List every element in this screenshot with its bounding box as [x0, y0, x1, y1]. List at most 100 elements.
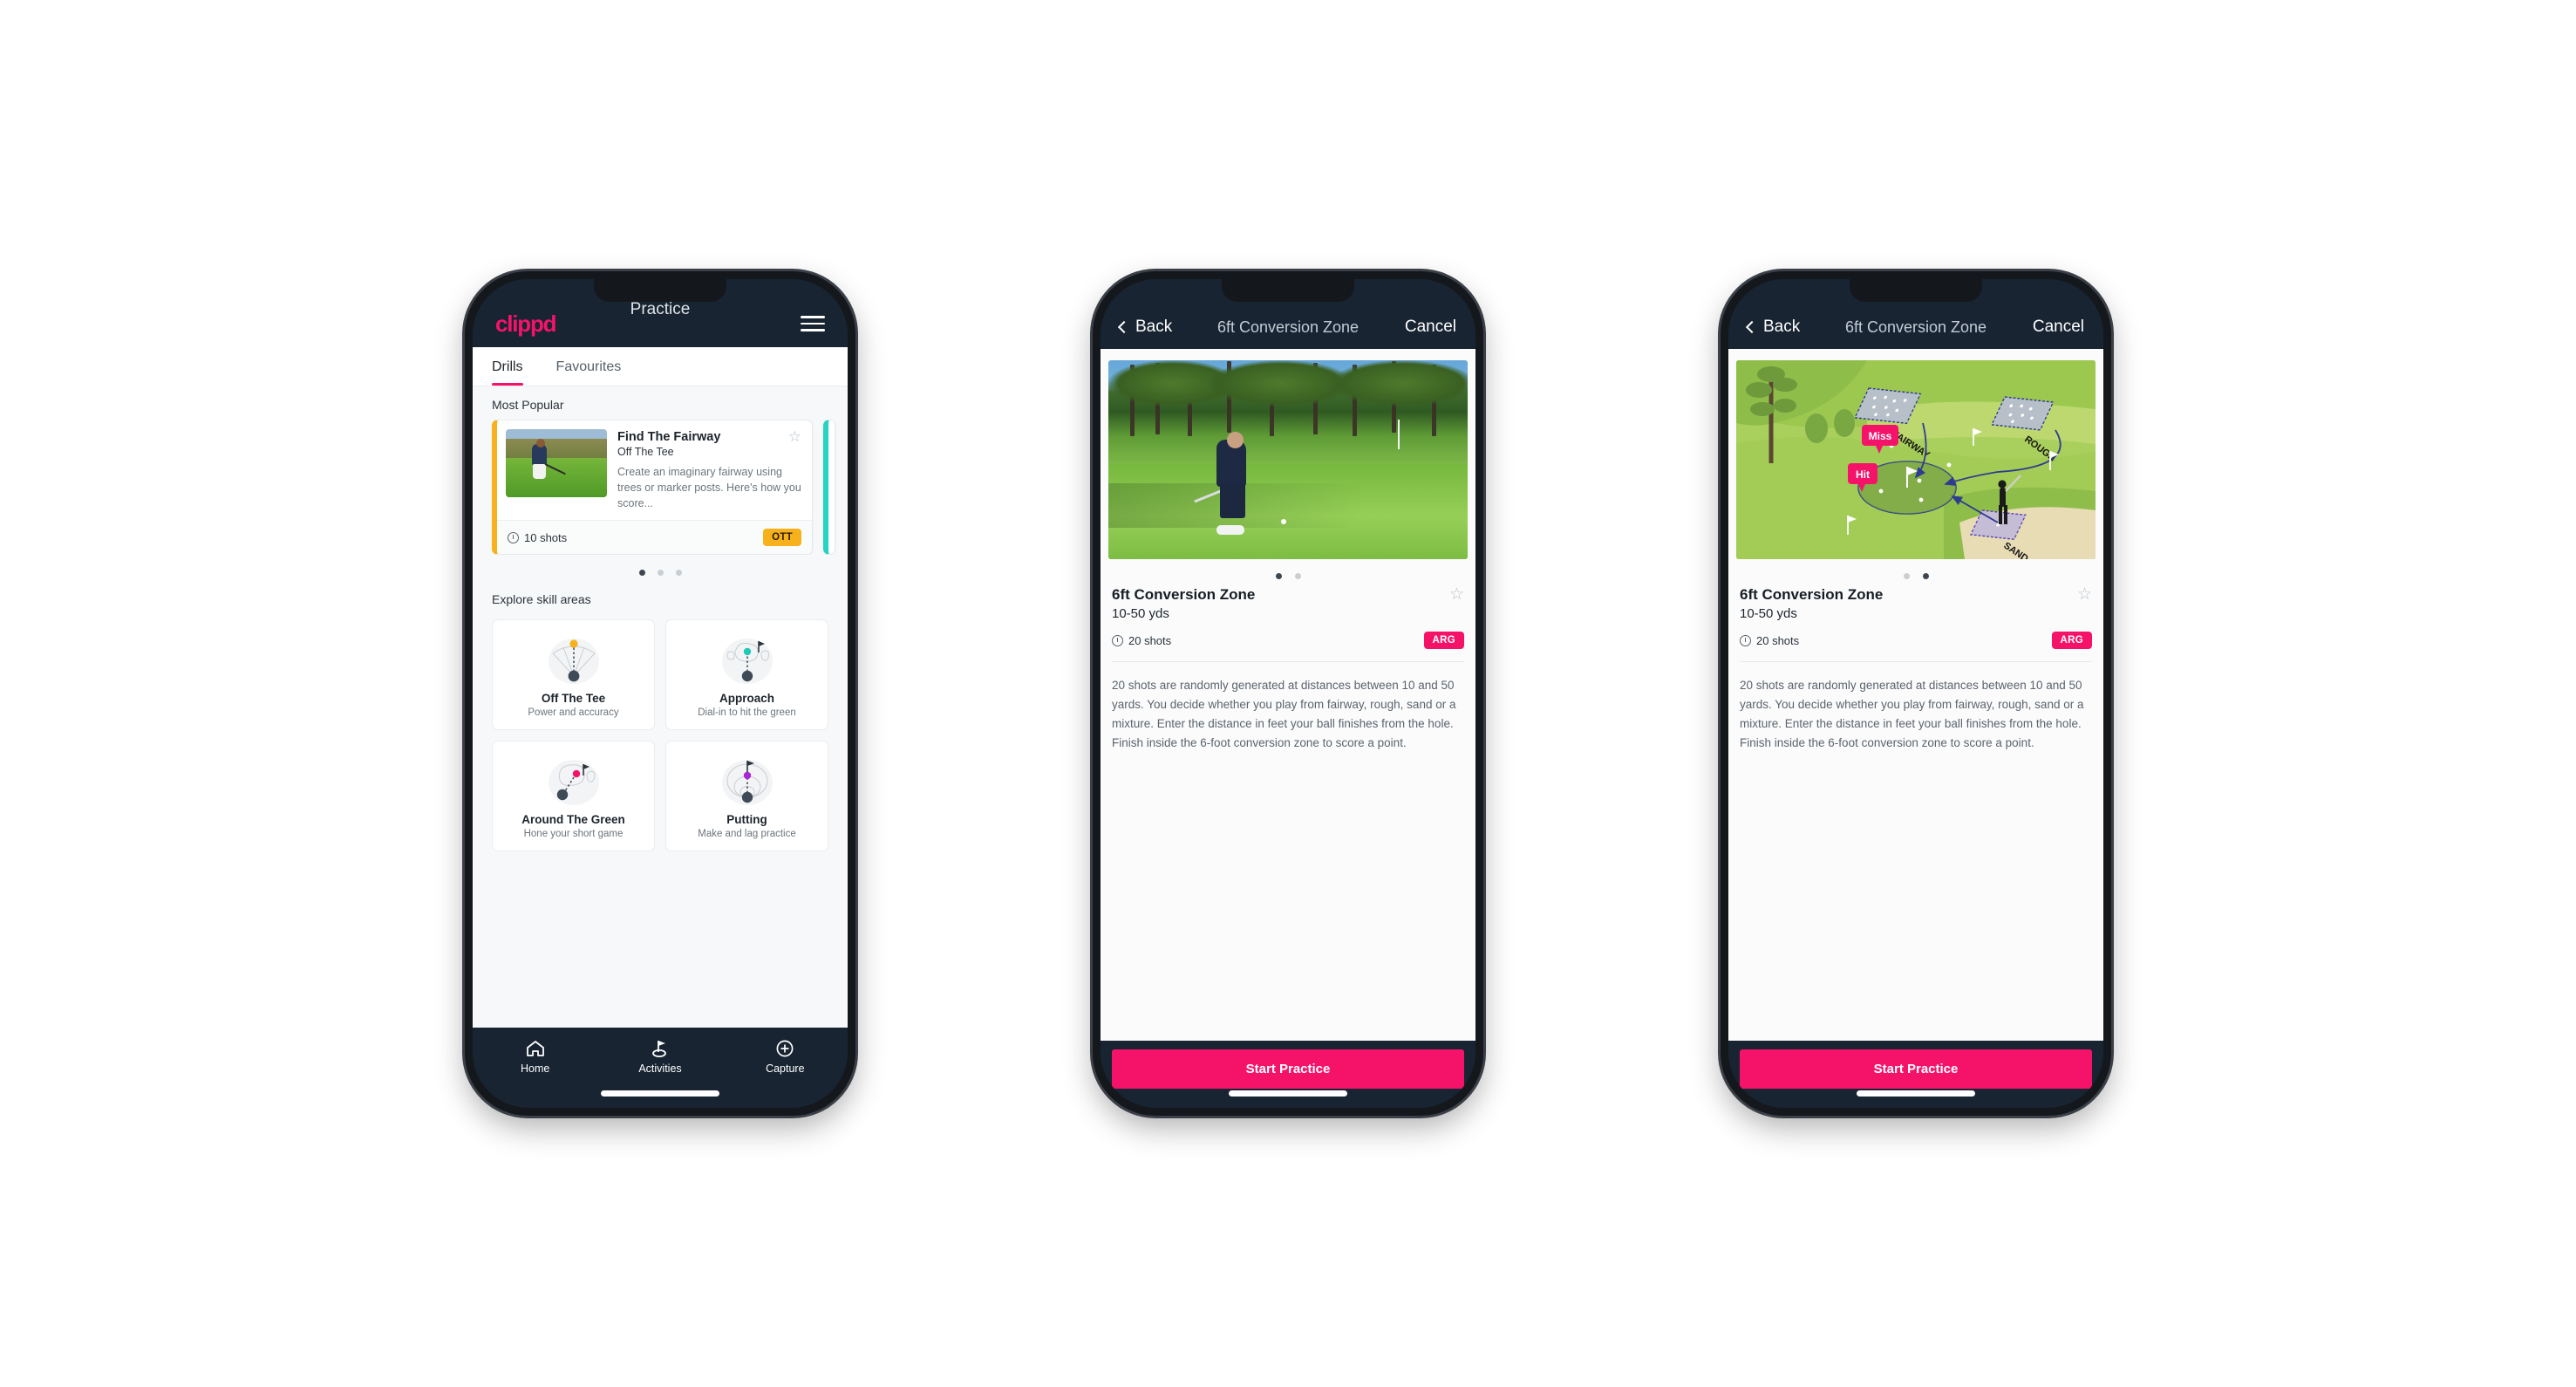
skill-name: Around The Green — [521, 813, 625, 827]
green-approach-icon — [721, 639, 773, 685]
home-indicator — [1857, 1090, 1975, 1097]
shots-count: 20 shots — [1112, 634, 1171, 647]
golf-flag-icon — [652, 1041, 666, 1057]
media-carousel-dots[interactable] — [1728, 559, 2103, 583]
start-practice-button[interactable]: Start Practice — [1112, 1049, 1464, 1089]
drill-media-illustration[interactable]: FAIRWAY ROUGH SAND Miss Hit — [1736, 360, 2096, 559]
carousel-dot[interactable] — [657, 570, 664, 577]
tab-favourites[interactable]: Favourites — [556, 347, 636, 386]
detail-distance: 10-50 yds — [1740, 606, 1797, 621]
carousel-dot[interactable] — [675, 570, 682, 577]
skill-name: Approach — [719, 692, 774, 706]
chevron-left-icon — [1117, 320, 1131, 334]
screenshot-stage: clippd Practice Drills Favourites Most P… — [0, 0, 2576, 1387]
carousel-dot[interactable] — [1922, 573, 1929, 579]
start-practice-button[interactable]: Start Practice — [1740, 1049, 2092, 1089]
clock-icon — [1112, 634, 1123, 646]
svg-text:Hit: Hit — [1856, 468, 1870, 481]
drill-subtitle: Off The Tee — [617, 446, 674, 458]
carousel-dots[interactable] — [473, 555, 848, 581]
status-badge-ott: OTT — [763, 529, 801, 547]
carousel-dot[interactable] — [1903, 573, 1910, 579]
drill-carousel[interactable]: ☆ Find The Fairway Off The Tee Create an… — [473, 420, 848, 556]
clock-icon — [1740, 634, 1751, 646]
tabbar-item-capture[interactable]: Capture — [723, 1039, 848, 1075]
star-outline-icon[interactable]: ☆ — [788, 429, 801, 444]
tabbar-item-activities[interactable]: Activities — [597, 1039, 722, 1075]
clippd-logo: clippd — [495, 311, 557, 337]
phone-drill-detail-photo: Back 6ft Conversion Zone Cancel ☆ 6ft Co… — [1093, 271, 1483, 1116]
clock-icon — [508, 531, 519, 543]
home-indicator — [601, 1090, 719, 1097]
tabbar-label: Home — [520, 1062, 550, 1075]
media-carousel-dots[interactable] — [1101, 559, 1475, 583]
tabbar-label: Capture — [766, 1062, 805, 1075]
skill-desc: Power and accuracy — [528, 707, 619, 719]
skill-card-off-the-tee[interactable]: Off The Tee Power and accuracy — [492, 619, 655, 731]
tab-drills[interactable]: Drills — [492, 347, 537, 386]
shots-label: 20 shots — [1756, 633, 1800, 647]
skill-desc: Dial-in to hit the green — [698, 707, 796, 719]
status-badge-arg: ARG — [1423, 632, 1464, 649]
detail-header: ☆ 6ft Conversion Zone 10-50 yds 20 shots… — [1728, 583, 2103, 649]
phone-notch — [1222, 279, 1354, 302]
skill-areas-grid: Off The Tee Power and accuracy Approach … — [473, 614, 848, 867]
cancel-button[interactable]: Cancel — [2033, 318, 2084, 337]
home-indicator — [1229, 1090, 1347, 1097]
cta-footer: Start Practice — [1728, 1041, 2103, 1108]
skill-name: Putting — [726, 813, 767, 827]
detail-description: 20 shots are randomly generated at dista… — [1112, 679, 1456, 749]
chevron-left-icon — [1745, 320, 1759, 334]
drill-title: Find The Fairway — [617, 430, 721, 444]
detail-title: 6ft Conversion Zone — [1740, 586, 1884, 603]
carousel-dot[interactable] — [1294, 573, 1301, 579]
chip-green-icon — [548, 760, 599, 806]
detail-title: 6ft Conversion Zone — [1112, 586, 1256, 603]
tab-bar: Drills Favourites — [473, 347, 848, 386]
drill-card-next-peek[interactable] — [823, 420, 835, 556]
back-button[interactable]: Back — [1745, 318, 1801, 337]
skill-card-putting[interactable]: Putting Make and lag practice — [665, 741, 828, 852]
carousel-dot[interactable] — [1275, 573, 1282, 579]
detail-meta-row: 20 shots ARG — [1112, 632, 1464, 649]
status-badge-arg: ARG — [2051, 632, 2092, 649]
shots-count: 20 shots — [1740, 634, 1799, 647]
detail-distance: 10-50 yds — [1112, 606, 1169, 621]
carousel-dot[interactable] — [638, 570, 645, 577]
back-label: Back — [1135, 318, 1173, 336]
skill-card-around-the-green[interactable]: Around The Green Hone your short game — [492, 741, 655, 852]
cancel-button[interactable]: Cancel — [1405, 318, 1456, 337]
plus-circle-icon — [776, 1040, 794, 1057]
home-icon — [526, 1041, 544, 1056]
cta-footer: Start Practice — [1101, 1041, 1475, 1108]
star-outline-icon[interactable]: ☆ — [2077, 585, 2092, 605]
back-button[interactable]: Back — [1117, 318, 1173, 337]
phone-drill-detail-diagram: Back 6ft Conversion Zone Cancel FAIRWAY … — [1721, 271, 2111, 1116]
tabbar-label: Activities — [638, 1062, 682, 1075]
phone-notch — [594, 279, 726, 302]
skill-desc: Make and lag practice — [698, 829, 796, 840]
golf-hole-diagram: FAIRWAY ROUGH SAND Miss Hit — [1736, 360, 2096, 559]
skill-card-approach[interactable]: Approach Dial-in to hit the green — [665, 619, 828, 731]
skill-name: Off The Tee — [541, 692, 606, 706]
skill-desc: Hone your short game — [523, 829, 624, 840]
drill-media-photo[interactable] — [1108, 360, 1468, 559]
detail-scroll-body: FAIRWAY ROUGH SAND Miss Hit ☆ 6ft Conver… — [1728, 349, 2103, 1041]
drill-thumbnail — [506, 429, 607, 497]
detail-description: 20 shots are randomly generated at dista… — [1740, 679, 2084, 749]
tabbar-item-home[interactable]: Home — [473, 1039, 597, 1075]
phone-notch — [1850, 279, 1982, 302]
tee-fan-icon — [548, 639, 599, 685]
back-label: Back — [1763, 318, 1801, 336]
detail-meta-row: 20 shots ARG — [1740, 632, 2092, 649]
star-outline-icon[interactable]: ☆ — [1449, 585, 1464, 605]
drill-card[interactable]: ☆ Find The Fairway Off The Tee Create an… — [492, 420, 813, 556]
detail-scroll-body: ☆ 6ft Conversion Zone 10-50 yds 20 shots… — [1101, 349, 1475, 1041]
shots-count: 10 shots — [508, 531, 567, 544]
shots-label: 20 shots — [1128, 633, 1172, 647]
hamburger-menu-icon[interactable] — [801, 316, 825, 331]
section-most-popular-title: Most Popular — [492, 398, 564, 412]
practice-scroll-body: Most Popular ☆ Find The Fairway Off The … — [473, 386, 848, 1028]
drill-description: Create an imaginary fairway using trees … — [617, 466, 801, 509]
svg-text:Miss: Miss — [1869, 430, 1892, 442]
